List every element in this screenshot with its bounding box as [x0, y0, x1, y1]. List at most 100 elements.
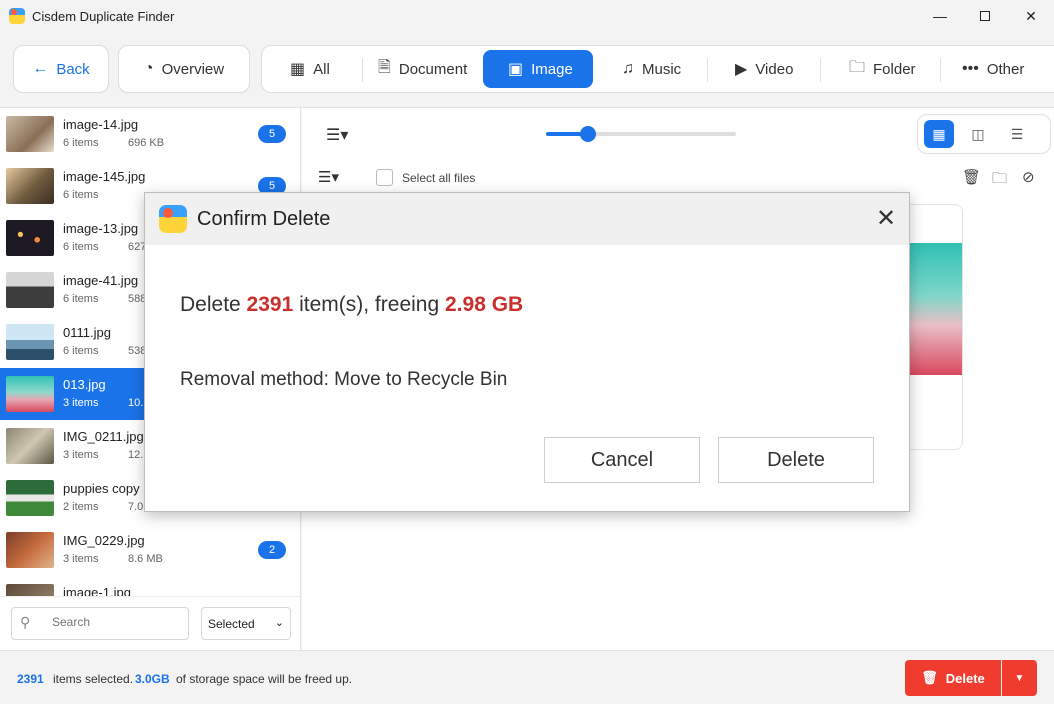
cancel-button[interactable]: Cancel [544, 437, 700, 483]
list-item[interactable]: IMG_0229.jpg 3 items 8.6 MB 2 [0, 524, 300, 576]
selected-text: items selected. [53, 672, 134, 686]
carousel-view-button[interactable]: ◫ [963, 120, 993, 148]
tab-label: Music [642, 60, 682, 78]
tab-all[interactable]: ▦ All [290, 50, 330, 88]
thumbnail [6, 532, 54, 568]
confirm-delete-dialog: Confirm Delete ✕ Delete 2391 item(s), fr… [144, 192, 910, 512]
tab-label: Other [986, 60, 1025, 78]
toolbar: ← Back ◔ Overview ▦ All 🗎 Document ▣ Ima… [0, 32, 1054, 107]
tab-label: All [313, 60, 330, 78]
back-label: Back [56, 60, 90, 78]
sidebar-footer: ⚲ Selected ⌄ [0, 596, 301, 650]
tab-label: Video [755, 60, 794, 78]
group-count: 6 items [63, 345, 99, 357]
tab-image[interactable]: ▣ Image [483, 50, 593, 88]
dialog-close-button[interactable]: ✕ [871, 203, 901, 233]
minimize-button[interactable]: — [917, 0, 963, 32]
title-bar: Cisdem Duplicate Finder — ✕ [0, 0, 1054, 32]
tab-music[interactable]: ♫ Music [622, 50, 681, 88]
group-count: 6 items [63, 137, 99, 149]
thumbnail [6, 116, 54, 152]
grid-view-button[interactable]: ▦ [924, 120, 954, 148]
delete-button[interactable]: 🗑 Delete [905, 660, 1001, 696]
search-input[interactable] [52, 615, 182, 629]
tab-label: Image [531, 60, 573, 78]
thumbnail [6, 376, 54, 412]
group-size: 7.0 [128, 501, 144, 513]
thumbnail [6, 324, 54, 360]
close-window-button[interactable]: ✕ [1008, 0, 1054, 32]
sort-menu-icon[interactable]: ☰▾ [326, 125, 348, 145]
list-item[interactable]: image-14.jpg 6 items 696 KB 5 [0, 108, 300, 160]
delete-options-button[interactable]: ▼ [1002, 660, 1037, 696]
group-count: 2 items [63, 501, 99, 513]
group-name: 013.jpg [63, 377, 106, 392]
overview-button[interactable]: ◔ Overview [118, 45, 250, 93]
group-count: 3 items [63, 449, 99, 461]
window-title: Cisdem Duplicate Finder [32, 9, 175, 24]
arrow-left-icon: ← [32, 60, 49, 77]
divider [362, 58, 363, 82]
trash-icon[interactable]: 🗑 [962, 168, 981, 186]
filter-value: Selected [208, 616, 255, 631]
zoom-slider[interactable] [546, 126, 736, 142]
group-name: image-14.jpg [63, 117, 139, 132]
selection-bar: ☰▾ Select all files 🗑 🗀 ⊘ [302, 160, 1054, 194]
tab-other[interactable]: ••• Other [962, 50, 1024, 88]
tab-label: Folder [873, 60, 916, 78]
removal-method: Removal method: Move to Recycle Bin [180, 369, 508, 390]
group-count: 3 items [63, 553, 99, 565]
view-mode-switch: ▦ ◫ ☰ [917, 114, 1051, 154]
document-icon: 🗎 [378, 58, 391, 76]
pie-chart-icon: ◔ [143, 60, 154, 77]
group-name: IMG_0229.jpg [63, 533, 145, 548]
tab-document[interactable]: 🗎 Document [378, 50, 467, 88]
summary-middle: item(s), freeing [299, 293, 440, 316]
delete-summary: Delete 2391 item(s), freeing 2.98 GB [180, 293, 523, 317]
trash-icon: 🗑 [921, 670, 938, 685]
divider [820, 58, 821, 82]
thumbnail [6, 272, 54, 308]
carousel-icon: ◫ [971, 125, 985, 142]
tab-folder[interactable]: 🗀 Folder [849, 50, 916, 88]
thumbnail [6, 168, 54, 204]
search-icon: ⚲ [20, 614, 31, 630]
filter-dropdown[interactable]: Selected ⌄ [201, 607, 291, 640]
delete-label: Delete [945, 670, 985, 686]
chevron-down-icon: ⌄ [274, 617, 284, 629]
summary-count: 2391 [246, 293, 294, 316]
image-icon: ▣ [508, 61, 524, 78]
slider-handle[interactable] [579, 126, 596, 142]
list-view-button[interactable]: ☰ [1002, 120, 1032, 148]
search-box[interactable]: ⚲ [11, 607, 189, 640]
group-count: 6 items [63, 189, 99, 201]
select-all-checkbox[interactable] [376, 169, 393, 186]
chevron-down-icon: ▼ [1014, 672, 1025, 684]
group-count: 6 items [63, 293, 99, 305]
folder-icon[interactable]: 🗀 [992, 168, 1007, 193]
status-bar: 2391 items selected. 3.0GB of storage sp… [0, 650, 1054, 704]
group-size: 696 KB [128, 137, 165, 149]
overview-label: Overview [161, 60, 225, 78]
count-badge: 2 [258, 541, 286, 559]
app-logo-icon [159, 205, 187, 233]
close-icon: ✕ [875, 204, 897, 232]
block-icon[interactable]: ⊘ [1022, 168, 1035, 186]
select-all-label: Select all files [402, 171, 476, 185]
thumbnail [6, 480, 54, 516]
select-menu-icon[interactable]: ☰▾ [318, 168, 339, 186]
tab-video[interactable]: ▶ Video [735, 50, 793, 88]
back-button[interactable]: ← Back [13, 45, 109, 93]
freed-text: of storage space will be freed up. [176, 672, 353, 686]
maximize-button[interactable] [962, 0, 1008, 32]
group-name: IMG_0211.jpg [63, 429, 144, 444]
group-count: 6 items [63, 241, 99, 253]
confirm-delete-button[interactable]: Delete [718, 437, 874, 483]
selected-count: 2391 [17, 672, 44, 686]
list-icon: ☰ [1010, 125, 1024, 142]
file-type-filters: ▦ All 🗎 Document ▣ Image ♫ Music ▶ Video… [261, 45, 1054, 93]
thumbnail [6, 428, 54, 464]
group-name: puppies copy [63, 481, 140, 496]
group-size: 12. [128, 449, 144, 461]
tab-label: Document [398, 60, 468, 78]
